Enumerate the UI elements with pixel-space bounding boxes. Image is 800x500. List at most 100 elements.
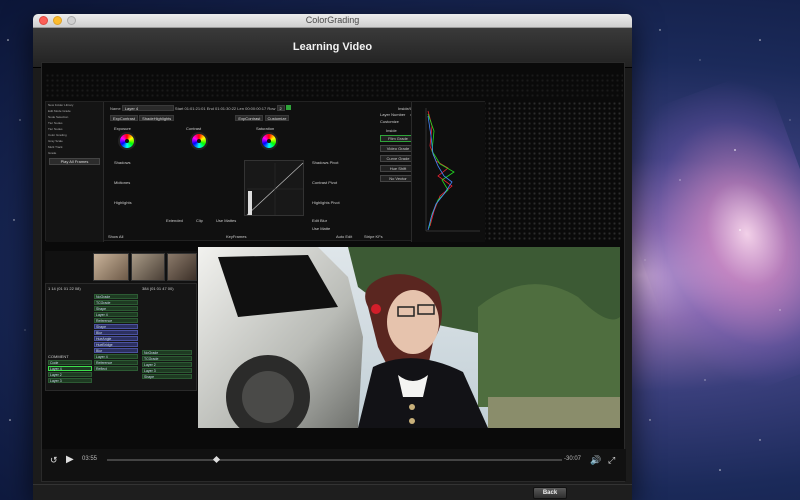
thumbnail [93, 253, 129, 281]
use-matte-label: Use Matte [312, 226, 331, 231]
timecode-b: 384 (01 01 47 00) [142, 286, 174, 291]
title-bar: ColorGrading [33, 14, 632, 28]
track-column-c: COMMENT Code Layer 4 Layer 2 Layer 3 [48, 354, 92, 384]
saturation-label: Saturation [256, 126, 275, 131]
stripe-kfs-label: Stripe KFs [364, 234, 383, 239]
tab-expcontrast-2: ExpContrast [235, 115, 264, 121]
back-button[interactable]: Back [533, 487, 567, 499]
track-item: Code [48, 360, 92, 365]
name-label: Name [110, 106, 121, 111]
contrast-label: Contrast [186, 126, 202, 131]
waveform-graph-icon [425, 108, 480, 232]
fullscreen-icon[interactable]: ⤢ [608, 455, 615, 465]
thumbnail [167, 253, 197, 281]
keyframes-label: KeyFrames [226, 234, 247, 239]
highlights-pivot-label: Highlights Pivot [312, 200, 340, 205]
contrast-pivot-label: Contrast Pivot [312, 180, 338, 185]
tone-curve-icon [246, 162, 304, 216]
contrast-wheel [190, 132, 208, 150]
highlights-label: Highlights [114, 200, 132, 205]
timeline-tracks: 1 14 (01 01 22 08) 384 (01 01 47 00) NoG… [45, 283, 197, 391]
track-item: Layer 4 [94, 312, 138, 317]
exposure-label: Exposure [114, 126, 131, 131]
track-item: Layer 2 [142, 362, 192, 367]
replay-30-icon[interactable]: ↺ [50, 455, 58, 465]
end-value: 01:01:30:22 [215, 106, 237, 111]
edit-blur-label: Edit Blur [312, 218, 328, 223]
bottom-bar: Back [33, 484, 632, 500]
track-item: Shape [94, 324, 138, 329]
app-grade-controls: Name Layer 4 Start 01:01:21:01 End 01:01… [106, 102, 456, 242]
scrubber-track[interactable] [107, 455, 562, 464]
row-label: Row [267, 106, 276, 111]
app-screenshot-panel: New Folder Library Edit Mode Grade Node … [45, 101, 485, 242]
start-value: 01:01:21:01 [184, 106, 206, 111]
saturation-wheel [260, 132, 278, 150]
video-frame[interactable] [198, 247, 620, 428]
elapsed-time: 03:55 [82, 456, 98, 462]
track-item: Layer 4 [94, 354, 138, 359]
exposure-wheel [118, 132, 136, 150]
track-item: TCGrade [142, 356, 192, 361]
track-item: Layer 4 [48, 366, 92, 371]
player-controls: ↺ ▶ 03:55 -30:07 🔊 ⤢ [42, 449, 626, 481]
track-column-b: NoGrade TCGrade Layer 2 Layer 3 Shape [142, 350, 192, 380]
midtones-label: Midtones [114, 180, 131, 185]
track-item: HueBridge [94, 342, 138, 347]
dot-pattern-top [45, 73, 623, 99]
track-item: NoGrade [142, 350, 192, 355]
track-item: Shape [94, 306, 138, 311]
remaining-time: -30:07 [564, 456, 582, 462]
len-value: 00:00:00:17 [245, 106, 267, 111]
video-stage: New Folder Library Edit Mode Grade Node … [41, 62, 626, 482]
video-still-image [198, 247, 620, 428]
thumbnail-strip [45, 251, 197, 283]
use-mattes-label: Use Mattes [216, 218, 237, 223]
window-title: ColorGrading [305, 15, 360, 25]
dot-pattern [482, 101, 622, 241]
comment-label: COMMENT [48, 354, 69, 359]
tab-shadehighlights: ShadeHighlights [139, 115, 175, 121]
app-left-panel: New Folder Library Edit Mode Grade Node … [46, 102, 104, 242]
track-item: Blur [94, 348, 138, 353]
thumbnail [131, 253, 165, 281]
auto-edit-label: Auto Edit [336, 234, 353, 239]
len-label: Len [237, 106, 244, 111]
shadows-label: Shadows [114, 160, 131, 165]
tab-expcontrast: ExpContrast [110, 115, 139, 121]
layer-number-label: Layer Number [380, 112, 406, 117]
track-item: Shape [142, 374, 192, 379]
row-field: 2 [276, 105, 285, 111]
tab-customize: Customize [264, 115, 290, 121]
app-window: ColorGrading Learning Video New Folder L… [33, 14, 632, 500]
play-icon[interactable]: ▶ [66, 455, 74, 465]
play-all-frames-button: Play All Frames [49, 158, 100, 165]
customize-label: Customize [380, 119, 399, 124]
name-field: Layer 4 [121, 105, 174, 111]
track-item: HueAngle [94, 336, 138, 341]
clip-label: Clip [196, 218, 203, 223]
tone-curve-graph [244, 160, 304, 216]
tab-row: ExpContrast ShadeHighlights ExpContrast … [110, 115, 400, 121]
page-title: Learning Video [292, 41, 373, 53]
shadows-pivot-label: Shadows Pivot [312, 160, 339, 165]
left-line: Grade [48, 151, 57, 155]
volume-icon[interactable]: 🔊 [590, 455, 601, 465]
track-item: Layer 2 [48, 372, 92, 377]
track-item: Reference [94, 318, 138, 323]
timecode-a: 1 14 (01 01 22 08) [48, 286, 81, 291]
clip-info-row: Name Layer 4 Start 01:01:21:01 End 01:01… [110, 105, 400, 111]
end-label: End [206, 106, 214, 111]
track-item: Reference [94, 360, 138, 365]
start-label: Start [174, 106, 184, 111]
extended-label: Extended [166, 218, 183, 223]
show-all-label: Show All [108, 234, 124, 239]
green-indicator [285, 105, 291, 110]
scrubber-handle[interactable] [212, 455, 220, 464]
inside-label: Inside [386, 128, 397, 133]
track-item: Layer 3 [142, 368, 192, 373]
track-item: Reflect [94, 366, 138, 371]
track-item: Layer 3 [48, 378, 92, 383]
track-item: Blur [94, 330, 138, 335]
track-column-a: NoGrade TCGrade Shape Layer 4 Reference … [94, 294, 138, 372]
